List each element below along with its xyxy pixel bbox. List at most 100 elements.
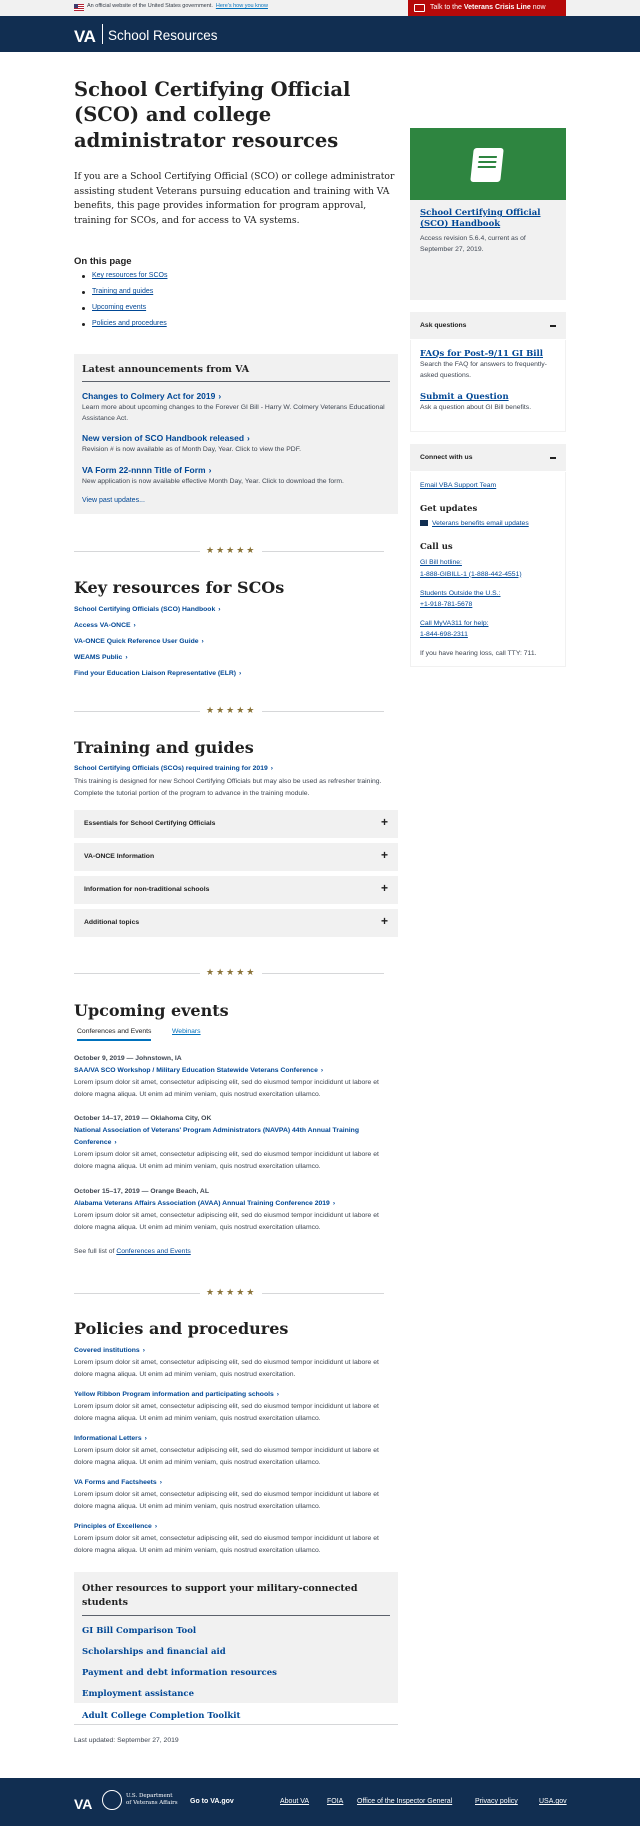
tab-webinars[interactable]: Webinars xyxy=(172,1027,201,1039)
call-number[interactable]: 1-844-698-2311 xyxy=(420,629,556,640)
chevron-right-icon: › xyxy=(320,1066,324,1074)
plus-icon: + xyxy=(380,815,388,829)
otp-link-key-resources[interactable]: Key resources for SCOs xyxy=(92,272,167,279)
call-number[interactable]: 1-888-GIBILL-1 (1-888-442-4551) xyxy=(420,569,556,580)
policy-link[interactable]: Informational Letters › xyxy=(74,1434,394,1444)
otp-link-events[interactable]: Upcoming events xyxy=(92,304,146,311)
footer-link-privacy[interactable]: Privacy policy xyxy=(475,1797,518,1807)
connect-header[interactable]: Connect with us xyxy=(410,444,566,472)
on-this-page-item: Key resources for SCOs xyxy=(81,271,167,287)
call-item[interactable]: GI Bill hotline: 1-888-GIBILL-1 (1-888-4… xyxy=(420,557,556,579)
plus-icon: + xyxy=(380,914,388,928)
chevron-right-icon: › xyxy=(125,654,128,661)
announcement-link[interactable]: VA Form 22-nnnn Title of Form › xyxy=(82,464,211,476)
ask-questions-body: FAQs for Post-9/11 GI Bill Search the FA… xyxy=(411,340,565,432)
submit-question-link[interactable]: Submit a Question xyxy=(420,392,509,402)
chevron-right-icon: › xyxy=(218,606,221,613)
announcement-link[interactable]: Changes to Colmery Act for 2019 › xyxy=(82,390,221,402)
last-updated: Last updated: September 27, 2019 xyxy=(74,1737,179,1744)
other-resources-title: Other resources to support your military… xyxy=(82,1582,390,1616)
sco-training-link[interactable]: School Certifying Officials (SCOs) requi… xyxy=(74,764,273,774)
announcements-title: Latest announcements from VA xyxy=(82,363,390,382)
event-link[interactable]: Alabama Veterans Affairs Association (AV… xyxy=(74,1198,394,1210)
event-link[interactable]: National Association of Veterans' Progra… xyxy=(74,1125,394,1149)
event-item: October 15–17, 2019 — Orange Beach, AL A… xyxy=(74,1187,394,1234)
footer-link-about[interactable]: About VA xyxy=(280,1797,309,1807)
site-footer: VA U.S. Department of Veterans Affairs Go… xyxy=(0,1778,640,1826)
envelope-icon xyxy=(420,520,428,527)
key-resource-link[interactable]: Find your Education Liaison Representati… xyxy=(74,669,241,685)
key-resources-list: School Certifying Officials (SCO) Handbo… xyxy=(74,605,241,685)
accordion-additional[interactable]: Additional topics + xyxy=(74,909,398,937)
otp-link-training[interactable]: Training and guides xyxy=(92,288,153,295)
ask-questions-header[interactable]: Ask questions xyxy=(410,312,566,340)
accordion-non-traditional[interactable]: Information for non-traditional schools + xyxy=(74,876,398,904)
footer-link-oig[interactable]: Office of the Inspector General xyxy=(357,1797,452,1807)
key-resource-link[interactable]: VA-ONCE Quick Reference User Guide › xyxy=(74,637,241,653)
other-resource-link[interactable]: Scholarships and financial aid xyxy=(82,1646,390,1658)
event-link[interactable]: SAA/VA SCO Workshop / Military Education… xyxy=(74,1065,394,1077)
key-resource-link[interactable]: Access VA-ONCE › xyxy=(74,621,241,637)
policy-item: Covered institutions › Lorem ipsum dolor … xyxy=(74,1346,394,1381)
faq-desc: Search the FAQ for answers to frequently… xyxy=(420,361,547,380)
announcement-desc: Learn more about upcoming changes to the… xyxy=(82,403,385,422)
chevron-right-icon: › xyxy=(247,433,250,444)
policy-link[interactable]: Principles of Excellence › xyxy=(74,1522,394,1532)
event-item: October 14–17, 2019 — Oklahoma City, OK … xyxy=(74,1114,394,1172)
key-resource-link[interactable]: WEAMS Public › xyxy=(74,653,241,669)
chevron-right-icon: › xyxy=(208,465,212,476)
event-desc: Lorem ipsum dolor sit amet, consectetur … xyxy=(74,1078,379,1098)
footer-link-usagov[interactable]: USA.gov xyxy=(539,1797,567,1807)
accordion-va-once[interactable]: VA-ONCE Information + xyxy=(74,843,398,871)
sco-handbook-link[interactable]: School Certifying Official (SCO) Handboo… xyxy=(420,208,560,231)
sco-handbook-card: School Certifying Official (SCO) Handboo… xyxy=(410,128,566,300)
announcement-item: Changes to Colmery Act for 2019 › Learn m… xyxy=(82,390,390,425)
policy-link[interactable]: Covered institutions › xyxy=(74,1346,394,1356)
star-divider: ★★★★★ xyxy=(74,544,384,558)
on-this-page-list: Key resources for SCOs Training and guid… xyxy=(81,271,167,335)
goto-vagov-link[interactable]: Go to VA.gov xyxy=(190,1797,234,1807)
other-resource-link[interactable]: GI Bill Comparison Tool xyxy=(82,1625,390,1637)
handbook-image xyxy=(410,128,566,200)
star-divider: ★★★★★ xyxy=(74,704,384,718)
policy-item: Yellow Ribbon Program information and pa… xyxy=(74,1390,394,1425)
announcement-link[interactable]: New version of SCO Handbook released › xyxy=(82,432,250,444)
policy-link[interactable]: VA Forms and Factsheets › xyxy=(74,1478,394,1488)
call-number[interactable]: +1-918-781-5678 xyxy=(420,599,556,610)
see-full-list: See full list of Conferences and Events xyxy=(74,1248,191,1255)
view-past-updates-link[interactable]: View past updates... xyxy=(82,496,390,506)
announcement-item: VA Form 22-nnnn Title of Form › New appli… xyxy=(82,464,390,488)
chevron-right-icon: › xyxy=(144,1435,147,1442)
other-resource-link[interactable]: Payment and debt information resources xyxy=(82,1667,390,1679)
accordion-essentials[interactable]: Essentials for School Certifying Officia… xyxy=(74,810,398,838)
key-resource-link[interactable]: School Certifying Officials (SCO) Handbo… xyxy=(74,605,241,621)
submit-question-desc: Ask a question about GI Bill benefits. xyxy=(420,404,532,412)
otp-link-policies[interactable]: Policies and procedures xyxy=(92,320,167,327)
call-label: GI Bill hotline: xyxy=(420,559,462,567)
policy-link[interactable]: Yellow Ribbon Program information and pa… xyxy=(74,1390,394,1400)
tab-conferences[interactable]: Conferences and Events xyxy=(77,1027,152,1041)
call-item[interactable]: Students Outside the U.S.: +1-918-781-56… xyxy=(420,588,556,610)
star-divider: ★★★★★ xyxy=(74,966,384,980)
accordion-label: Information for non-traditional schools xyxy=(84,886,210,893)
faq-link[interactable]: FAQs for Post-9/11 GI Bill xyxy=(420,349,543,359)
on-this-page-item: Training and guides xyxy=(81,287,167,303)
stars-icon: ★★★★★ xyxy=(200,966,263,980)
email-updates-link[interactable]: Veterans benefits email updates xyxy=(420,519,556,529)
call-label: Students Outside the U.S.: xyxy=(420,589,501,597)
conferences-events-link[interactable]: Conferences and Events xyxy=(116,1248,190,1255)
chevron-right-icon: › xyxy=(332,1199,336,1207)
content-wrapper: School Certifying Official (SCO) and col… xyxy=(0,0,640,1826)
call-item[interactable]: Call MyVA311 for help: 1-844-698-2311 xyxy=(420,618,556,640)
footer-link-foia[interactable]: FOIA xyxy=(327,1797,343,1807)
other-resource-link[interactable]: Employment assistance xyxy=(82,1688,390,1700)
tty-text: If you have hearing loss, call TTY: 711. xyxy=(420,649,537,657)
chevron-right-icon: › xyxy=(276,1391,280,1398)
accordion-label: Additional topics xyxy=(84,919,140,926)
footer-va-logo[interactable]: VA xyxy=(74,1794,92,1814)
chevron-right-icon: › xyxy=(201,638,204,645)
chevron-right-icon: › xyxy=(133,622,136,629)
policy-desc: Lorem ipsum dolor sit amet, consectetur … xyxy=(74,1358,379,1378)
other-resource-link[interactable]: Adult College Completion Toolkit xyxy=(82,1710,390,1722)
email-vba-link[interactable]: Email VBA Support Team xyxy=(420,482,496,489)
